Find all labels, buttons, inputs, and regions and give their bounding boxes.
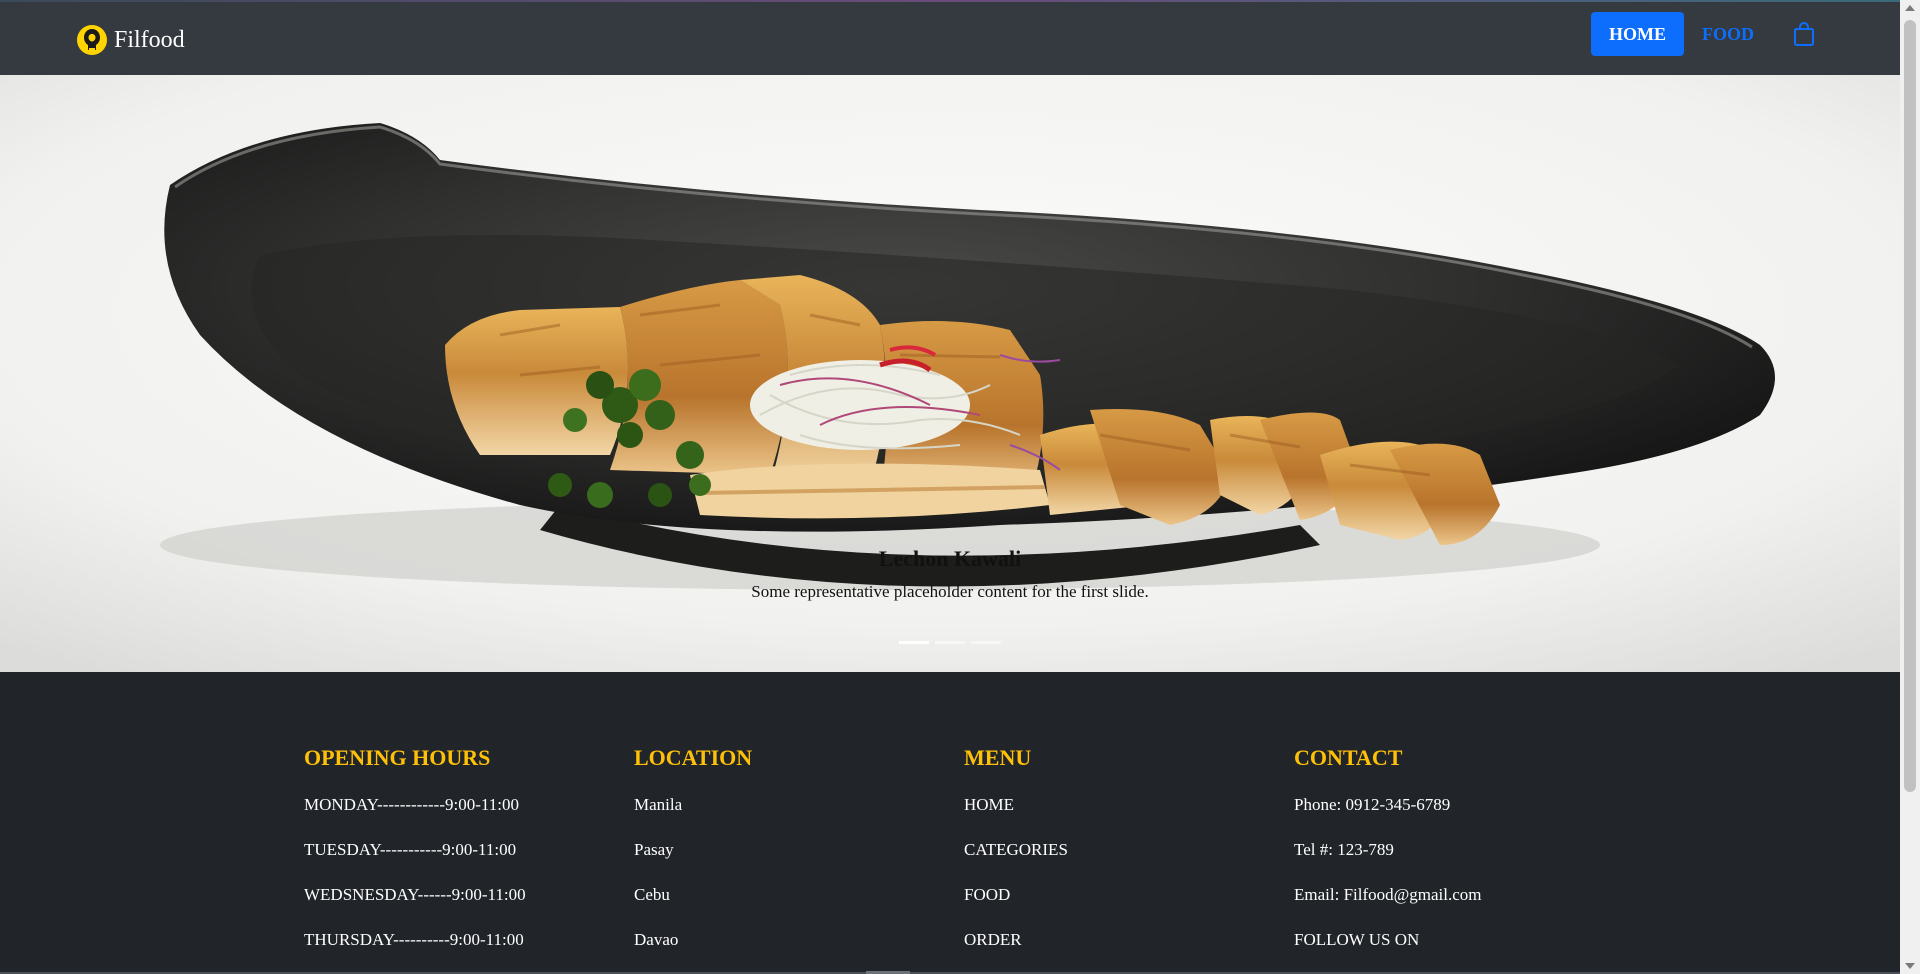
brand-link[interactable]: Filfood — [76, 24, 185, 56]
footer-heading-location: LOCATION — [634, 745, 753, 770]
location-pasay: Pasay — [634, 840, 674, 859]
footer-col-location: LOCATION Manila Pasay Cebu Davao — [634, 744, 964, 974]
footer-link-home[interactable]: HOME — [964, 794, 1294, 816]
slide-title: Lechon Kawali — [878, 546, 1022, 571]
footer-heading-contact: CONTACT — [1294, 745, 1403, 770]
navbar: Filfood HOME FOOD — [0, 2, 1900, 75]
nav-home-link[interactable]: HOME — [1591, 12, 1684, 56]
footer-heading-hours: OPENING HOURS — [304, 745, 491, 770]
footer-col-menu: MENU HOME CATEGORIES FOOD ORDER — [964, 744, 1294, 974]
footer-link-food[interactable]: FOOD — [964, 884, 1294, 906]
nav-food-link[interactable]: FOOD — [1702, 12, 1754, 56]
location-cebu: Cebu — [634, 885, 670, 904]
scroll-up-arrow-icon[interactable] — [1905, 5, 1915, 11]
shopping-bag-icon[interactable] — [1792, 21, 1816, 47]
footer-columns: OPENING HOURS MONDAY------------9:00-11:… — [304, 744, 1624, 974]
contact-follow-us: FOLLOW US ON — [1294, 930, 1420, 949]
vertical-scrollbar[interactable] — [1900, 0, 1920, 974]
carousel-indicators — [0, 641, 1900, 644]
hours-tuesday: TUESDAY-----------9:00-11:00 — [304, 840, 517, 859]
hours-wednesday: WEDSNESDAY------9:00-11:00 — [304, 885, 526, 904]
page: Filfood HOME FOOD Lechon Kawali Some rep… — [0, 0, 1920, 974]
contact-email: Email: Filfood@gmail.com — [1294, 885, 1482, 904]
slide-text: Some representative placeholder content … — [751, 582, 1149, 601]
contact-tel: Tel #: 123-789 — [1294, 840, 1394, 859]
hours-monday: MONDAY------------9:00-11:00 — [304, 795, 519, 814]
hours-thursday: THURSDAY----------9:00-11:00 — [304, 930, 524, 949]
footer-col-contact: CONTACT Phone: 0912-345-6789 Tel #: 123-… — [1294, 744, 1624, 974]
footer-link-order[interactable]: ORDER — [964, 929, 1294, 951]
carousel-indicator-3[interactable] — [971, 641, 1001, 644]
carousel-caption: Lechon Kawali Some representative placeh… — [0, 545, 1900, 603]
brand-name: Filfood — [114, 26, 185, 53]
chef-head-logo-icon — [77, 25, 107, 55]
hero-carousel: Lechon Kawali Some representative placeh… — [0, 75, 1900, 672]
footer: OPENING HOURS MONDAY------------9:00-11:… — [0, 672, 1900, 974]
footer-col-hours: OPENING HOURS MONDAY------------9:00-11:… — [304, 744, 634, 974]
location-davao: Davao — [634, 930, 679, 949]
scroll-down-arrow-icon[interactable] — [1905, 963, 1915, 969]
contact-phone: Phone: 0912-345-6789 — [1294, 795, 1451, 814]
footer-heading-menu: MENU — [964, 745, 1032, 770]
footer-link-categories[interactable]: CATEGORIES — [964, 839, 1294, 861]
location-manila: Manila — [634, 795, 683, 814]
carousel-indicator-2[interactable] — [935, 641, 965, 644]
carousel-indicator-1[interactable] — [899, 641, 929, 644]
nav-links: HOME FOOD — [1591, 12, 1816, 56]
scrollbar-thumb[interactable] — [1904, 20, 1916, 792]
